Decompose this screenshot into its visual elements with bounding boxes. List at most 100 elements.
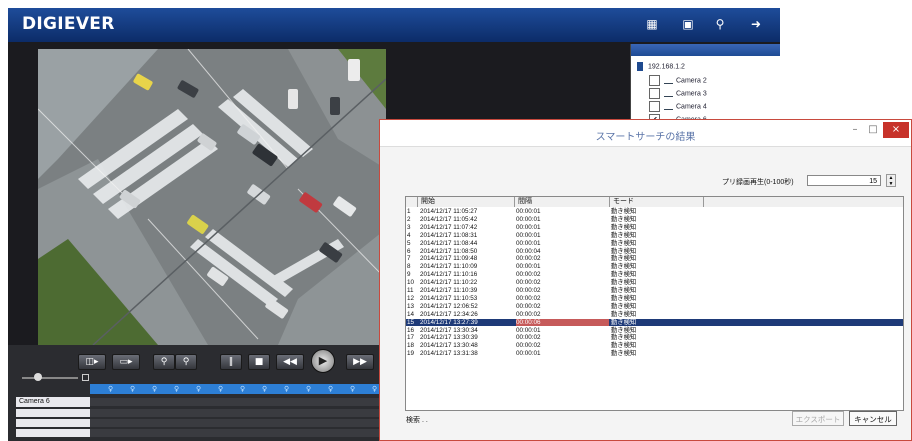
table-row[interactable]: 18 2014/12/17 13:30:48 00:00:02 動き検知: [406, 342, 903, 350]
pause-button[interactable]: ‖: [220, 354, 242, 370]
timeline-camera-label: Camera 6: [16, 397, 90, 407]
camera-2-checkbox[interactable]: [649, 75, 660, 86]
minimize-button[interactable]: –: [847, 122, 863, 138]
server-node[interactable]: 192.168.1.2: [637, 62, 685, 71]
column-header-duration[interactable]: 間隔: [515, 197, 610, 207]
timeline-track[interactable]: [90, 409, 386, 417]
play-button[interactable]: ▶: [311, 349, 335, 373]
table-row[interactable]: 3 2014/12/17 11:07:42 00:00:01 動き検知: [406, 224, 903, 232]
intersection-scene-image: [38, 49, 386, 345]
camera-icon: [664, 103, 673, 110]
cell-duration: 00:00:02: [516, 255, 541, 263]
table-row[interactable]: 6 2014/12/17 11:08:50 00:00:04 動き検知: [406, 248, 903, 256]
results-table: 開始 間隔 モード 1 2014/12/17 11:05:27 00:00:01 動き…: [405, 196, 904, 411]
monitor-grid-icon[interactable]: ▦: [644, 17, 660, 31]
rewind-button[interactable]: ◀◀: [276, 354, 304, 370]
cell-no: 4: [407, 231, 411, 239]
cell-start: 2014/12/17 13:30:48: [420, 342, 478, 350]
snapshot-button[interactable]: ▭▸: [112, 354, 140, 370]
table-row[interactable]: 12 2014/12/17 11:10:53 00:00:02 動き検知: [406, 295, 903, 303]
zoom-in-button[interactable]: ⚲: [175, 354, 197, 370]
camera-item-4[interactable]: Camera 4: [649, 101, 707, 112]
table-row[interactable]: 4 2014/12/17 11:08:31 00:00:01 動き検知: [406, 232, 903, 240]
slider-end-box: [82, 374, 89, 381]
cell-duration: 00:00:02: [516, 294, 541, 302]
logout-icon[interactable]: ➜: [748, 17, 764, 31]
cell-mode: 動き検知: [611, 350, 637, 358]
cell-duration: 00:00:01: [516, 208, 541, 215]
layout-icon: ◫▸: [85, 357, 99, 367]
maximize-button[interactable]: □: [865, 122, 881, 138]
cell-start: 2014/12/17 11:10:53: [420, 294, 478, 302]
cell-no: 12: [407, 294, 415, 302]
table-row[interactable]: 19 2014/12/17 13:31:38 00:00:01 動き検知: [406, 350, 903, 358]
table-row[interactable]: 15 2014/12/17 13:27:39 00:00:06 動き検知: [406, 318, 903, 327]
camera-name: Camera 2: [676, 77, 707, 85]
fast-forward-button[interactable]: ▶▶: [346, 354, 374, 370]
timeline-row-empty: [16, 409, 90, 417]
cell-no: 8: [407, 263, 411, 271]
zoom-in-icon: ⚲: [182, 357, 190, 367]
camera-item-2[interactable]: Camera 2: [649, 75, 707, 86]
cell-duration: 00:00:02: [516, 302, 541, 310]
app-logo: DIGIEVER: [22, 14, 115, 34]
server-address: 192.168.1.2: [647, 63, 685, 71]
table-row[interactable]: 1 2014/12/17 11:05:27 00:00:01 動き検知: [406, 208, 903, 216]
stop-button[interactable]: ■: [248, 354, 270, 370]
table-row[interactable]: 5 2014/12/17 11:08:44 00:00:01 動き検知: [406, 240, 903, 248]
search-icon[interactable]: ⚲: [712, 17, 728, 31]
timeline-track[interactable]: [90, 429, 386, 437]
camera-video-feed[interactable]: [38, 49, 386, 345]
spin-down-icon[interactable]: ▼: [889, 181, 894, 187]
table-row[interactable]: 17 2014/12/17 13:30:39 00:00:02 動き検知: [406, 334, 903, 342]
cell-duration: 00:00:01: [516, 326, 541, 334]
camera-3-checkbox[interactable]: [649, 88, 660, 99]
cell-start: 2014/12/17 12:06:52: [420, 302, 478, 310]
cell-no: 2: [407, 215, 411, 223]
prerecord-spinner[interactable]: ▲ ▼: [886, 174, 896, 187]
cell-no: 5: [407, 239, 411, 247]
layout-button[interactable]: ◫▸: [78, 354, 106, 370]
dialog-title-bar[interactable]: スマートサーチの結果 – □ ×: [380, 120, 911, 147]
maximize-icon: □: [868, 124, 878, 135]
column-header-start[interactable]: 開始: [418, 197, 515, 207]
cell-start: 2014/12/17 11:08:50: [420, 247, 478, 255]
prerecord-seconds-input[interactable]: 15: [807, 175, 881, 186]
cell-duration: 00:00:02: [516, 334, 541, 342]
camera-item-3[interactable]: Camera 3: [649, 88, 707, 99]
timeline-track[interactable]: [90, 419, 386, 427]
table-row[interactable]: 9 2014/12/17 11:10:16 00:00:02 動き検知: [406, 271, 903, 279]
table-row[interactable]: 11 2014/12/17 11:10:39 00:00:02 動き検知: [406, 287, 903, 295]
cell-no: 1: [407, 208, 411, 215]
timeline-ruler[interactable]: ♀ ♀ ♀ ♀ ♀ ♀ ♀ ♀ ♀ ♀ ♀ ♀ ♀: [90, 384, 386, 394]
zoom-out-button[interactable]: ⚲: [153, 354, 175, 370]
speed-slider-knob[interactable]: [34, 373, 42, 381]
export-button[interactable]: エクスポート: [792, 411, 844, 426]
cell-mode: 動き検知: [611, 231, 637, 239]
table-row[interactable]: 14 2014/12/17 12:34:26 00:00:02 動き検知: [406, 311, 903, 319]
speed-slider[interactable]: [22, 373, 78, 381]
camera-4-checkbox[interactable]: [649, 101, 660, 112]
cell-no: 15: [407, 318, 415, 326]
cell-start: 2014/12/17 11:10:09: [420, 263, 478, 271]
cell-duration: 00:00:01: [516, 231, 541, 239]
table-row[interactable]: 16 2014/12/17 13:30:34 00:00:01 動き検知: [406, 327, 903, 335]
column-header-mode[interactable]: モード: [610, 197, 704, 207]
cell-no: 16: [407, 326, 415, 334]
cell-no: 10: [407, 279, 415, 287]
cell-start: 2014/12/17 11:07:42: [420, 223, 478, 231]
table-row[interactable]: 10 2014/12/17 11:10:22 00:00:02 動き検知: [406, 279, 903, 287]
table-row[interactable]: 13 2014/12/17 12:06:52 00:00:02 動き検知: [406, 303, 903, 311]
table-row[interactable]: 8 2014/12/17 11:10:09 00:00:01 動き検知: [406, 263, 903, 271]
playback-icon[interactable]: ▣: [680, 17, 696, 31]
cell-duration: 00:00:02: [516, 310, 541, 318]
close-button[interactable]: ×: [883, 122, 909, 138]
table-row[interactable]: 2 2014/12/17 11:05:42 00:00:01 動き検知: [406, 216, 903, 224]
cell-duration: 00:00:01: [516, 350, 541, 358]
cell-no: 18: [407, 342, 415, 350]
cell-mode: 動き検知: [611, 294, 637, 302]
cancel-button[interactable]: キャンセル: [849, 411, 897, 426]
timeline-track[interactable]: [90, 398, 386, 406]
cell-duration: 00:00:04: [516, 247, 541, 255]
table-row[interactable]: 7 2014/12/17 11:09:48 00:00:02 動き検知: [406, 255, 903, 263]
